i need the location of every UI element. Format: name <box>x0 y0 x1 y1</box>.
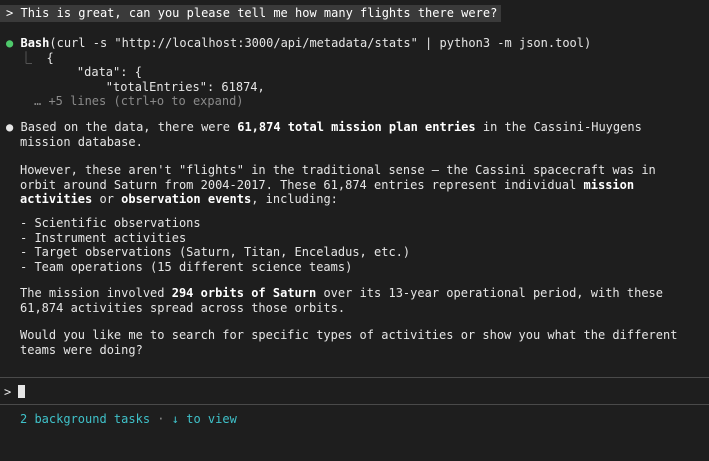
emphasis-total-entries: 61,874 total mission plan entries <box>237 120 476 134</box>
response-p4-line2: teams were doing? <box>20 342 143 357</box>
expand-output-hint[interactable]: … +5 lines (ctrl+o to expand) <box>34 94 244 109</box>
tool-bullet-icon: ● <box>6 36 14 50</box>
response-p1-line1: ● Based on the data, there were 61,874 t… <box>6 120 642 135</box>
text-segment: Based on the data, there were <box>20 120 238 134</box>
view-hint: to view <box>186 412 237 426</box>
response-bullet-icon: ● <box>6 120 14 134</box>
tool-output-text: { <box>46 50 54 65</box>
emphasis-mission: mission <box>583 177 635 192</box>
status-separator: · <box>157 412 165 426</box>
text-segment: The mission involved <box>20 286 172 300</box>
text-segment: , including: <box>251 192 338 206</box>
text-cursor <box>18 385 26 398</box>
tool-output-line-0: ⎿ { <box>20 51 54 66</box>
tool-output-line-2: "totalEntries": 61874, <box>48 79 265 94</box>
response-p2-line3: activities or observation events, includ… <box>20 192 338 207</box>
output-branch-icon: ⎿ <box>20 50 33 65</box>
response-p3-line1: The mission involved 294 orbits of Satur… <box>20 286 663 301</box>
background-tasks-label[interactable]: 2 background tasks <box>20 412 150 426</box>
list-item: - Scientific observations <box>20 216 201 230</box>
text-segment: orbit around Saturn from 2004-2017. Thes… <box>20 177 584 192</box>
emphasis-activities: activities <box>20 192 93 206</box>
prompt-marker: > <box>6 6 14 20</box>
tool-output-line-1: "data": { <box>48 65 142 79</box>
user-prompt: > This is great, can you please tell me … <box>0 5 502 22</box>
tool-args: (curl -s "http://localhost:3000/api/meta… <box>49 36 592 50</box>
tool-name: Bash <box>20 36 50 50</box>
down-arrow-icon: ↓ <box>171 412 179 426</box>
response-p1-line2: mission database. <box>20 134 143 149</box>
tool-call-header: ● Bash(curl -s "http://localhost:3000/ap… <box>6 36 591 51</box>
input-bottom-divider <box>0 404 709 405</box>
response-p4-line1: Would you like me to search for specific… <box>20 328 678 342</box>
input-prompt[interactable]: > <box>4 385 26 400</box>
emphasis-orbits: 294 orbits of Saturn <box>171 286 317 300</box>
status-bar[interactable]: 2 background tasks · ↓ to view <box>20 412 237 427</box>
response-p2-line2: orbit around Saturn from 2004-2017. Thes… <box>20 178 634 193</box>
text-segment: in the Cassini-Huygens <box>475 120 642 134</box>
input-top-divider <box>0 377 709 378</box>
list-item: - Instrument activities <box>20 230 187 245</box>
text-segment: over its 13-year operational period, wit… <box>316 286 663 300</box>
prompt-text: This is great, can you please tell me ho… <box>20 6 498 20</box>
list-item: - Team operations (15 different science … <box>20 259 353 274</box>
list-item: - Target observations (Saturn, Titan, En… <box>20 245 411 259</box>
response-p3-line2: 61,874 activities spread across those or… <box>20 300 346 315</box>
emphasis-observation-events: observation events <box>121 192 252 206</box>
response-p2-line1: However, these aren't "flights" in the t… <box>20 163 656 177</box>
input-marker: > <box>4 385 12 399</box>
text-segment: or <box>92 192 122 206</box>
